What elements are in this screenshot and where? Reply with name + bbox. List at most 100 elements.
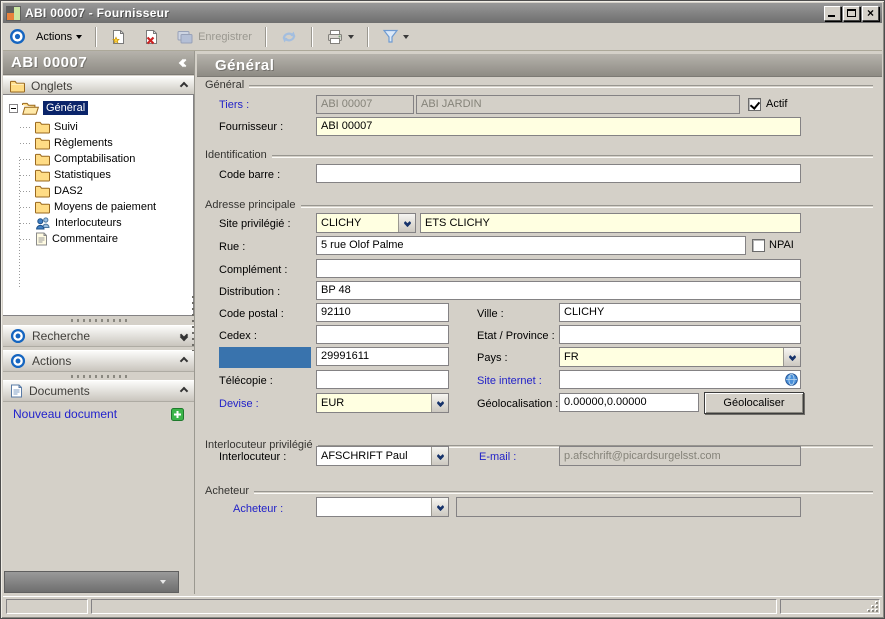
npai-label: NPAI [769, 239, 794, 252]
toolbar-separator [265, 27, 267, 47]
telephone-field[interactable]: 29991611 [316, 347, 449, 366]
resize-grip[interactable] [866, 600, 878, 612]
maximize-button[interactable] [843, 6, 860, 21]
site-internet-field[interactable] [559, 370, 801, 389]
acheteur-label[interactable]: Acheteur : [233, 500, 283, 519]
maximize-icon [847, 9, 856, 17]
tree-item-suivi[interactable]: Suivi [35, 119, 78, 135]
toolbar-separator [311, 27, 313, 47]
tree-item-statistiques[interactable]: Statistiques [35, 167, 111, 183]
panel-header-actions[interactable]: Actions [3, 350, 194, 372]
globe-icon[interactable] [785, 373, 798, 386]
filter-button[interactable] [376, 26, 415, 47]
people-icon [35, 216, 51, 230]
distribution-field[interactable]: BP 48 [316, 281, 801, 300]
tree-label: Comptabilisation [54, 153, 135, 165]
toolbar-separator [367, 27, 369, 47]
site-privilegie-combo[interactable]: CLICHY [316, 213, 416, 233]
collapse-sidebar-icon[interactable] [182, 60, 186, 66]
panel-splitter[interactable] [3, 373, 194, 380]
tree-label-general[interactable]: Général [43, 101, 88, 115]
tree-item-reglements[interactable]: Règlements [35, 135, 113, 151]
tree-label: Commentaire [52, 233, 118, 245]
filter-icon [382, 29, 399, 44]
title-bar[interactable]: ABI 00007 - Fournisseur × [3, 3, 882, 23]
fournisseur-field[interactable]: ABI 00007 [316, 117, 801, 136]
telephone-label-highlighted[interactable] [219, 347, 311, 368]
panel-header-documents[interactable]: Documents [3, 380, 194, 402]
geolocalisation-field[interactable]: 0.00000,0.00000 [559, 393, 699, 412]
site-privilegie-name-field[interactable]: ETS CLICHY [420, 213, 801, 233]
chevron-down-icon [403, 35, 409, 39]
tree-label: Statistiques [54, 169, 111, 181]
new-document-link[interactable]: Nouveau document [13, 407, 171, 421]
tiers-label[interactable]: Tiers : [219, 96, 249, 115]
group-label: Général [205, 79, 244, 91]
cedex-field[interactable] [316, 325, 449, 344]
email-label[interactable]: E-mail : [479, 448, 516, 467]
status-cell-main [91, 599, 777, 614]
interlocuteur-combo[interactable]: AFSCHRIFT Paul [316, 446, 449, 466]
folder-icon [35, 121, 50, 134]
tree-item-interlocuteurs[interactable]: Interlocuteurs [35, 215, 122, 231]
combo-dropdown-button[interactable] [431, 498, 448, 516]
new-button[interactable] [104, 26, 133, 48]
minimize-button[interactable] [824, 6, 841, 21]
close-button[interactable]: × [862, 6, 879, 21]
complement-field[interactable] [316, 259, 801, 278]
page-title: Général [215, 57, 274, 74]
folder-icon [35, 201, 50, 214]
tree-connector [20, 159, 32, 160]
new-document-icon [110, 29, 127, 45]
panel-header-onglets[interactable]: Onglets [3, 76, 194, 96]
sidebar-splitter[interactable] [192, 296, 194, 351]
geolocaliser-button[interactable]: Géolocaliser [704, 392, 804, 414]
tree-expander-icon[interactable] [9, 104, 18, 113]
combo-dropdown-button[interactable] [431, 447, 448, 465]
tree-label: DAS2 [54, 185, 83, 197]
combo-value: EUR [317, 394, 431, 412]
main-panel: Général Général Tiers : ABI 00007 ABI JA… [195, 51, 882, 594]
etat-province-field[interactable] [559, 325, 801, 344]
devise-label[interactable]: Devise : [219, 395, 259, 414]
site-privilegie-label: Site privilégié : [219, 215, 291, 234]
tree-item-comptabilisation[interactable]: Comptabilisation [35, 151, 135, 167]
group-label: Adresse principale [205, 199, 296, 211]
group-adresse: Adresse principale [205, 199, 873, 211]
panel-label-actions: Actions [32, 354, 175, 368]
refresh-button[interactable] [274, 26, 304, 48]
npai-checkbox[interactable] [752, 239, 765, 252]
rue-field[interactable]: 5 rue Olof Palme [316, 236, 746, 255]
collapsed-panel-bar[interactable] [4, 571, 179, 593]
status-cell-right [780, 599, 880, 614]
combo-dropdown-button[interactable] [431, 394, 448, 412]
tree-item-commentaire[interactable]: Commentaire [35, 231, 118, 247]
tree-item-das2[interactable]: DAS2 [35, 183, 83, 199]
pays-combo[interactable]: FR [559, 347, 801, 367]
tiers-name-field: ABI JARDIN [416, 95, 740, 114]
panel-header-recherche[interactable]: Recherche [3, 325, 194, 347]
code-barre-field[interactable] [316, 164, 801, 183]
site-internet-label[interactable]: Site internet : [477, 372, 542, 391]
ville-field[interactable]: CLICHY [559, 303, 801, 322]
combo-value: CLICHY [317, 214, 398, 232]
telecopie-field[interactable] [316, 370, 449, 389]
tree-item-moyens-de-paiement[interactable]: Moyens de paiement [35, 199, 156, 215]
combo-dropdown-button[interactable] [783, 348, 800, 366]
tree-item-general[interactable]: Général [9, 100, 88, 116]
chevron-down-icon [160, 580, 166, 584]
tree-label: Interlocuteurs [55, 217, 122, 229]
actions-menu-button[interactable]: Actions [30, 28, 88, 46]
panel-splitter[interactable] [3, 317, 194, 324]
code-postal-field[interactable]: 92110 [316, 303, 449, 322]
cedex-label: Cedex : [219, 327, 257, 346]
save-button[interactable]: Enregistrer [170, 26, 258, 48]
actif-checkbox[interactable] [748, 98, 761, 111]
add-icon[interactable] [171, 408, 184, 421]
devise-combo[interactable]: EUR [316, 393, 449, 413]
delete-button[interactable] [137, 26, 166, 48]
combo-dropdown-button[interactable] [398, 214, 415, 232]
print-button[interactable] [320, 26, 360, 48]
code-barre-label: Code barre : [219, 166, 280, 185]
acheteur-combo[interactable] [316, 497, 449, 517]
